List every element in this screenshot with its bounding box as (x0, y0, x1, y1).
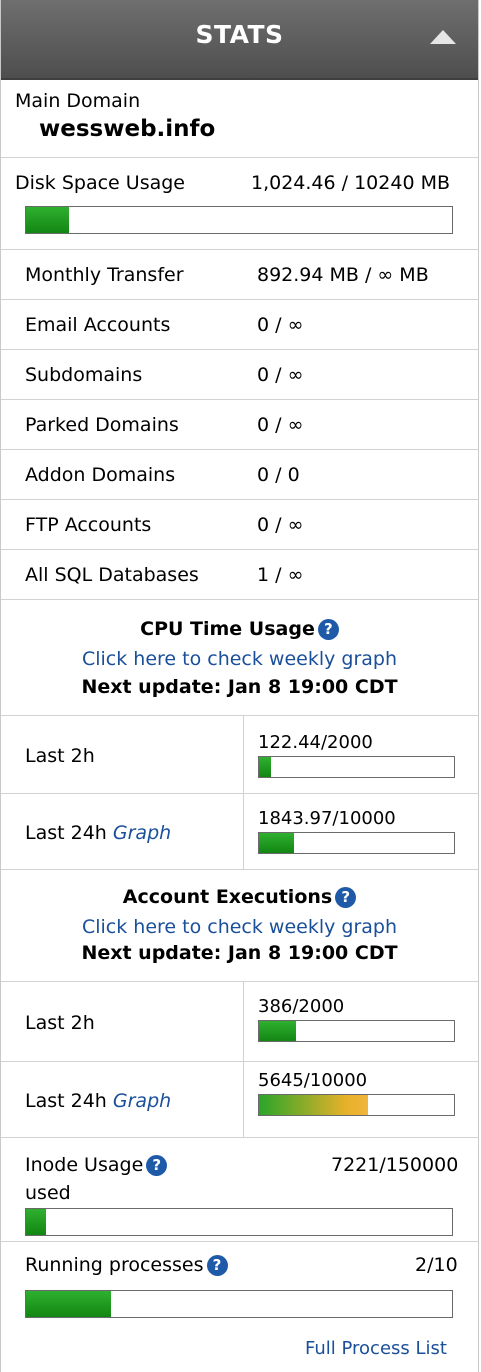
stats-title: STATS (195, 20, 284, 49)
stat-value: 0 / ∞ (257, 514, 304, 536)
inode-bar-fill (26, 1209, 47, 1235)
column-divider (243, 1062, 244, 1137)
graph-link[interactable]: Graph (113, 1090, 171, 1112)
main-domain-label: Main Domain (15, 90, 141, 112)
disk-space-bar (25, 206, 453, 234)
exec-title-line: Account Executions? (1, 886, 478, 908)
stat-value: 892.94 MB / ∞ MB (257, 264, 429, 286)
stats-panel: STATS Main Domain wessweb.info Disk Spac… (0, 0, 479, 1372)
help-icon[interactable]: ? (335, 887, 357, 908)
exec-row-label: Last 2h (25, 1012, 95, 1034)
stat-value: 0 / ∞ (257, 314, 304, 336)
collapse-arrow-icon[interactable] (430, 30, 456, 44)
disk-space-bar-fill (26, 207, 69, 233)
stats-header[interactable]: STATS (1, 0, 478, 80)
exec-weekly-graph-link[interactable]: Click here to check weekly graph (1, 916, 478, 938)
cpu-weekly-graph-link[interactable]: Click here to check weekly graph (1, 648, 478, 670)
column-divider (243, 716, 244, 793)
stat-row: FTP Accounts 0 / ∞ (1, 500, 478, 550)
stat-label: Parked Domains (25, 414, 179, 436)
disk-space-value: 1,024.46 / 10240 MB (251, 172, 450, 194)
disk-space-label: Disk Space Usage (15, 172, 185, 194)
stat-label: Subdomains (25, 364, 143, 386)
cpu-bar (258, 832, 455, 854)
processes-bar (25, 1290, 453, 1318)
cpu-section-header: CPU Time Usage? Click here to check week… (1, 600, 478, 716)
exec-row: Last 2h 386/2000 (1, 982, 478, 1062)
stat-row: Monthly Transfer 892.94 MB / ∞ MB (1, 250, 478, 300)
processes-bar-fill (26, 1291, 112, 1317)
help-icon[interactable]: ? (206, 1255, 228, 1276)
cpu-row-label: Last 24h Graph (25, 822, 171, 844)
cpu-bar-fill (259, 757, 271, 777)
cpu-period: Last 24h (25, 822, 107, 844)
full-process-list-link[interactable]: Full Process List (305, 1338, 447, 1359)
cpu-row-label: Last 2h (25, 745, 95, 767)
main-domain-value: wessweb.info (39, 116, 216, 142)
exec-title: Account Executions (122, 886, 333, 908)
cpu-row: Last 2h 122.44/2000 (1, 716, 478, 794)
exec-row: Last 24h Graph 5645/10000 (1, 1062, 478, 1138)
stat-row: Parked Domains 0 / ∞ (1, 400, 478, 450)
exec-period: Last 2h (25, 1012, 95, 1034)
help-icon[interactable]: ? (146, 1155, 168, 1176)
cpu-title: CPU Time Usage (140, 618, 315, 640)
cpu-title-line: CPU Time Usage? (1, 618, 478, 640)
inode-value: 7221/150000 (331, 1154, 459, 1176)
stat-value: 0 / ∞ (257, 364, 304, 386)
processes-label: Running processes (25, 1254, 204, 1276)
stat-label: FTP Accounts (25, 514, 152, 536)
stat-value: 0 / 0 (257, 464, 300, 486)
stat-label: All SQL Databases (25, 564, 199, 586)
stat-row: Email Accounts 0 / ∞ (1, 300, 478, 350)
exec-bar-fill (259, 1095, 369, 1115)
cpu-bar-fill (259, 833, 295, 853)
help-icon[interactable]: ? (317, 619, 339, 640)
inode-bar (25, 1208, 453, 1236)
disk-space-row: Disk Space Usage 1,024.46 / 10240 MB (1, 158, 478, 250)
exec-row-value: 386/2000 (258, 996, 345, 1017)
inode-sub: used (25, 1182, 71, 1204)
inode-row: Inode Usage? 7221/150000 used (1, 1138, 478, 1242)
stat-value: 0 / ∞ (257, 414, 304, 436)
stat-value: 1 / ∞ (257, 564, 304, 586)
cpu-bar (258, 756, 455, 778)
cpu-next-update: Next update: Jan 8 19:00 CDT (81, 676, 398, 698)
exec-row-value: 5645/10000 (258, 1070, 368, 1091)
cpu-row: Last 24h Graph 1843.97/10000 (1, 794, 478, 870)
stat-label: Monthly Transfer (25, 264, 184, 286)
processes-value: 2/10 (415, 1254, 458, 1276)
exec-bar (258, 1020, 455, 1042)
exec-next-update: Next update: Jan 8 19:00 CDT (81, 942, 398, 964)
cpu-period: Last 2h (25, 745, 95, 767)
exec-bar-fill (259, 1021, 297, 1041)
exec-period: Last 24h (25, 1090, 107, 1112)
main-domain-row: Main Domain wessweb.info (1, 80, 478, 158)
stat-label: Addon Domains (25, 464, 176, 486)
exec-bar (258, 1094, 455, 1116)
cpu-row-value: 122.44/2000 (258, 732, 373, 753)
exec-section-header: Account Executions? Click here to check … (1, 870, 478, 982)
column-divider (243, 794, 244, 869)
processes-row: Running processes? 2/10 Full Process Lis… (1, 1242, 478, 1372)
stat-row: Subdomains 0 / ∞ (1, 350, 478, 400)
stat-label: Email Accounts (25, 314, 171, 336)
stat-row: All SQL Databases 1 / ∞ (1, 550, 478, 600)
graph-link[interactable]: Graph (113, 822, 171, 844)
cpu-row-value: 1843.97/10000 (258, 808, 396, 829)
processes-label-line: Running processes? (25, 1254, 228, 1276)
inode-label-line: Inode Usage? (25, 1154, 168, 1176)
column-divider (243, 982, 244, 1061)
exec-row-label: Last 24h Graph (25, 1090, 171, 1112)
stat-row: Addon Domains 0 / 0 (1, 450, 478, 500)
inode-label: Inode Usage (25, 1154, 144, 1176)
